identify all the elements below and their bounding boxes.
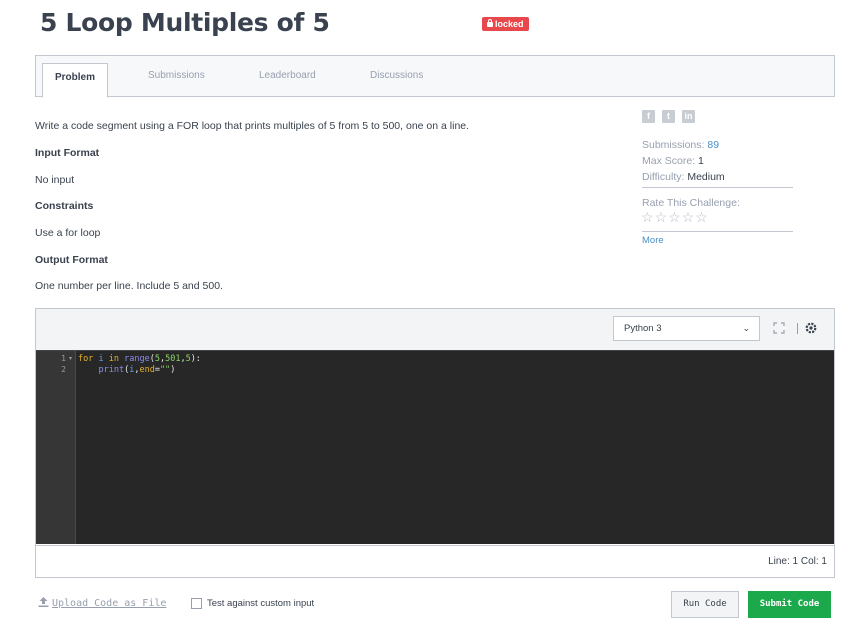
tab-bar: Problem Submissions Leaderboard Discussi… xyxy=(35,55,835,98)
sidebar-divider xyxy=(642,231,793,232)
output-format-text: One number per line. Include 5 and 500. xyxy=(35,280,223,292)
max-score-label: Max Score: xyxy=(642,155,696,167)
input-format-text: No input xyxy=(35,174,75,186)
twitter-icon[interactable]: t xyxy=(662,110,675,123)
line-number: 2 xyxy=(61,365,66,374)
locked-badge-label: locked xyxy=(495,19,524,29)
rate-challenge-label: Rate This Challenge: xyxy=(642,197,740,209)
editor-toolbar: Python 3 ⌄ xyxy=(36,309,834,350)
chevron-down-icon: ⌄ xyxy=(742,323,750,333)
upload-icon xyxy=(38,597,49,607)
submit-code-button[interactable]: Submit Code xyxy=(748,591,831,618)
submissions-stat: Submissions: 89 xyxy=(642,139,719,151)
upload-code-link[interactable]: Upload Code as File xyxy=(38,597,166,609)
tab-submissions[interactable]: Submissions xyxy=(148,70,205,81)
star-icon[interactable]: ☆ xyxy=(668,209,682,225)
custom-input-label[interactable]: Test against custom input xyxy=(207,598,314,609)
sidebar-divider xyxy=(642,187,793,188)
run-code-button[interactable]: Run Code xyxy=(671,591,739,618)
custom-input-checkbox[interactable] xyxy=(191,598,202,609)
submissions-count[interactable]: 89 xyxy=(707,139,719,151)
star-icon[interactable]: ☆ xyxy=(641,209,655,225)
upload-code-label: Upload Code as File xyxy=(52,598,167,609)
difficulty-stat: Difficulty: Medium xyxy=(642,171,725,183)
star-icon[interactable]: ☆ xyxy=(655,209,669,225)
language-select[interactable]: Python 3 ⌄ xyxy=(613,316,760,341)
locked-badge: locked xyxy=(482,17,529,31)
difficulty-label: Difficulty: xyxy=(642,171,685,183)
line-gutter: 1 2 ▾ xyxy=(36,351,76,544)
page-title: 5 Loop Multiples of 5 xyxy=(40,8,330,37)
input-format-heading: Input Format xyxy=(35,147,100,159)
constraints-heading: Constraints xyxy=(35,200,94,212)
max-score-stat: Max Score: 1 xyxy=(642,155,704,167)
code-line-1: for i in range(5,501,5): xyxy=(78,354,201,364)
toolbar-divider xyxy=(797,323,798,334)
max-score-value: 1 xyxy=(698,155,704,167)
more-link[interactable]: More xyxy=(642,235,664,246)
code-line-2: print(i,end="") xyxy=(98,365,176,375)
line-number: 1 xyxy=(61,354,66,363)
fullscreen-icon[interactable] xyxy=(773,322,785,334)
facebook-icon[interactable]: f xyxy=(642,110,655,123)
linkedin-icon[interactable]: in xyxy=(682,110,695,123)
constraints-text: Use a for loop xyxy=(35,227,101,239)
difficulty-value: Medium xyxy=(687,171,725,183)
gear-icon[interactable] xyxy=(804,321,818,335)
cursor-position: Line: 1 Col: 1 xyxy=(768,556,827,567)
tab-problem[interactable]: Problem xyxy=(42,63,108,98)
language-value: Python 3 xyxy=(624,323,662,334)
code-editor: Python 3 ⌄ 1 2 ▾ for i in range(5,501,5)… xyxy=(35,308,835,578)
lock-icon xyxy=(487,19,493,27)
editor-status-bar: Line: 1 Col: 1 xyxy=(36,545,834,577)
tab-leaderboard[interactable]: Leaderboard xyxy=(259,70,316,81)
output-format-heading: Output Format xyxy=(35,254,108,266)
fold-arrow-icon[interactable]: ▾ xyxy=(69,355,72,362)
star-icon[interactable]: ☆ xyxy=(695,209,709,225)
star-icon[interactable]: ☆ xyxy=(682,209,696,225)
tab-discussions[interactable]: Discussions xyxy=(370,70,423,81)
submissions-label: Submissions: xyxy=(642,139,705,151)
rating-stars[interactable]: ☆☆☆☆☆ xyxy=(641,209,709,226)
code-area[interactable]: 1 2 ▾ for i in range(5,501,5): print(i,e… xyxy=(36,350,834,544)
problem-statement: Write a code segment using a FOR loop th… xyxy=(35,120,470,132)
